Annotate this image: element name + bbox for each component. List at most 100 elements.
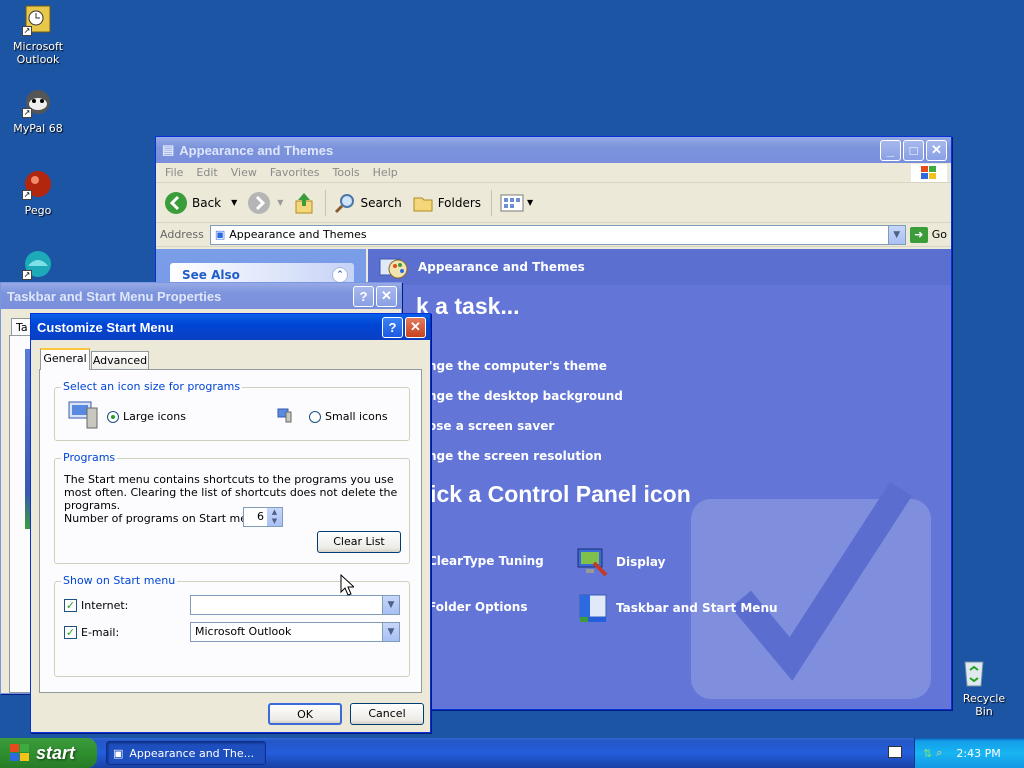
chevron-down-icon[interactable]: ▼ <box>231 198 237 207</box>
search-button[interactable]: Search <box>334 192 402 214</box>
network-icon[interactable]: ⇅ <box>923 747 932 760</box>
clock[interactable]: 2:43 PM <box>956 747 1000 760</box>
category-header: Appearance and Themes <box>368 249 951 285</box>
internet-dropdown[interactable]: ▼ <box>190 595 400 615</box>
explorer-titlebar[interactable]: ▤ Appearance and Themes _ □ ✕ <box>156 137 951 163</box>
email-dropdown[interactable]: Microsoft Outlook ▼ <box>190 622 400 642</box>
back-button[interactable]: Back ▼ <box>164 191 237 215</box>
folders-icon <box>413 197 433 211</box>
search-icon[interactable]: ⌕ <box>936 746 942 760</box>
recycle-bin-icon <box>958 656 990 688</box>
taskbar: start ▣ Appearance and The... ⇅ ⌕ 2:43 P… <box>0 738 1024 768</box>
tab-general[interactable]: General <box>40 348 90 370</box>
internet-checkbox[interactable]: ✓ Internet: <box>64 599 128 612</box>
address-input[interactable]: ▣ Appearance and Themes ▼ <box>209 224 906 245</box>
cp-icon-folder-options[interactable]: Folder Options <box>428 600 527 614</box>
minimize-button[interactable]: _ <box>880 139 901 161</box>
window-title: Appearance and Themes <box>179 142 334 158</box>
up-button[interactable] <box>293 191 315 215</box>
checkbox-checked[interactable]: ✓ <box>64 599 77 612</box>
cp-icon-display[interactable]: Display <box>576 545 665 579</box>
collapse-chevron-icon[interactable]: ⌃ <box>332 267 348 283</box>
task-link[interactable]: ose a screen saver <box>428 419 554 433</box>
forward-arrow-icon <box>248 191 271 214</box>
task-link[interactable]: nge the computer's theme <box>428 359 607 373</box>
desktop-icon-unnamed[interactable]: ↗ <box>0 248 76 284</box>
toolbar-separator <box>491 189 493 216</box>
spinner-arrows-icon[interactable]: ▲ ▼ <box>267 508 282 526</box>
pick-task-heading: k a task... <box>416 293 520 319</box>
task-link[interactable]: nge the screen resolution <box>428 449 602 463</box>
pick-icon-heading: pick a Control Panel icon <box>416 481 691 507</box>
menu-bar: File Edit View Favorites Tools Help <box>156 163 951 183</box>
task-link[interactable]: nge the desktop background <box>428 389 623 403</box>
cancel-button[interactable]: Cancel <box>350 703 424 725</box>
menu-tools[interactable]: Tools <box>328 166 368 179</box>
folder-icon: ▤ <box>162 142 175 157</box>
desktop-icon-mypal[interactable]: ↗ MyPal 68 <box>0 86 76 135</box>
programs-group: Programs The Start menu contains shortcu… <box>54 451 410 564</box>
large-icons-radio[interactable]: Large icons <box>107 410 186 423</box>
small-icons-icon <box>277 408 292 423</box>
toolbar-separator <box>325 189 327 216</box>
window-title: Customize Start Menu <box>37 319 174 335</box>
window-title: Taskbar and Start Menu Properties <box>7 288 222 304</box>
outlook-icon: ↗ <box>22 4 54 36</box>
menu-view[interactable]: View <box>226 166 265 179</box>
maximize-button[interactable]: □ <box>903 139 924 161</box>
keyboard-icon[interactable] <box>888 746 902 758</box>
search-icon <box>335 193 355 213</box>
app-icon: ↗ <box>22 248 54 280</box>
menu-help[interactable]: Help <box>368 166 406 179</box>
cp-icon-taskbar-start-menu[interactable]: Taskbar and Start Menu <box>576 591 778 625</box>
taskbar-item-appearance-themes[interactable]: ▣ Appearance and The... <box>106 741 266 765</box>
chevron-down-icon[interactable]: ▼ <box>382 623 399 641</box>
desktop-icon-pego[interactable]: ↗ Pego <box>0 168 76 217</box>
address-dropdown-button[interactable]: ▼ <box>887 225 905 244</box>
display-icon <box>577 548 608 577</box>
menu-favorites[interactable]: Favorites <box>265 166 328 179</box>
folders-button[interactable]: Folders <box>412 192 481 214</box>
desktop-icon-label: Pego <box>24 204 52 217</box>
menu-edit[interactable]: Edit <box>191 166 225 179</box>
customize-titlebar[interactable]: Customize Start Menu ? ✕ <box>31 314 430 340</box>
windows-logo-icon <box>911 164 947 182</box>
forward-button[interactable]: ▼ <box>247 191 283 215</box>
appearance-themes-icon <box>379 258 408 279</box>
desktop-icon-outlook[interactable]: ↗ Microsoft Outlook <box>0 4 76 66</box>
start-button[interactable]: start <box>0 738 97 768</box>
program-count-label: Number of programs on Start menu: <box>64 512 265 525</box>
chevron-down-icon[interactable]: ▼ <box>382 596 399 614</box>
help-button[interactable]: ? <box>382 316 403 338</box>
go-button[interactable]: ➜ Go <box>909 226 947 243</box>
help-button[interactable]: ? <box>353 285 374 307</box>
address-bar: Address ▣ Appearance and Themes ▼ ➜ Go <box>156 223 951 247</box>
control-panel-icon: ▣ <box>113 746 124 760</box>
programs-description: The Start menu contains shortcuts to the… <box>64 473 398 512</box>
customize-start-menu-dialog: Customize Start Menu ? ✕ General Advance… <box>30 313 431 733</box>
show-on-start-menu-group: Show on Start menu ✓ Internet: ▼ ✓ E-mai… <box>54 574 410 677</box>
taskbar-properties-titlebar[interactable]: Taskbar and Start Menu Properties ? ✕ <box>1 283 401 309</box>
small-icons-radio[interactable]: Small icons <box>309 410 388 423</box>
ok-button[interactable]: OK <box>268 703 342 725</box>
mouse-cursor-icon <box>340 574 354 596</box>
checkbox-checked[interactable]: ✓ <box>64 626 77 639</box>
close-button[interactable]: ✕ <box>376 285 397 307</box>
tab-advanced[interactable]: Advanced <box>91 351 149 370</box>
radio-button[interactable] <box>309 410 321 423</box>
watermark-check-graphic <box>691 481 931 699</box>
toolbar: Back ▼ ▼ Search Folders ▼ <box>156 183 951 223</box>
close-button[interactable]: ✕ <box>926 139 947 161</box>
go-arrow-icon: ➜ <box>909 226 928 243</box>
cp-icon-cleartype[interactable]: ClearType Tuning <box>428 554 544 568</box>
views-button[interactable]: ▼ <box>500 193 533 213</box>
control-panel-icon: ▣ <box>214 228 226 241</box>
radio-button[interactable] <box>107 410 119 423</box>
email-checkbox[interactable]: ✓ E-mail: <box>64 626 119 639</box>
menu-file[interactable]: File <box>160 166 191 179</box>
program-count-spinner[interactable]: 6 ▲ ▼ <box>243 507 283 527</box>
clear-list-button[interactable]: Clear List <box>317 531 401 553</box>
pego-icon: ↗ <box>22 168 54 200</box>
close-button[interactable]: ✕ <box>405 316 426 338</box>
mypal-icon: ↗ <box>22 86 54 118</box>
